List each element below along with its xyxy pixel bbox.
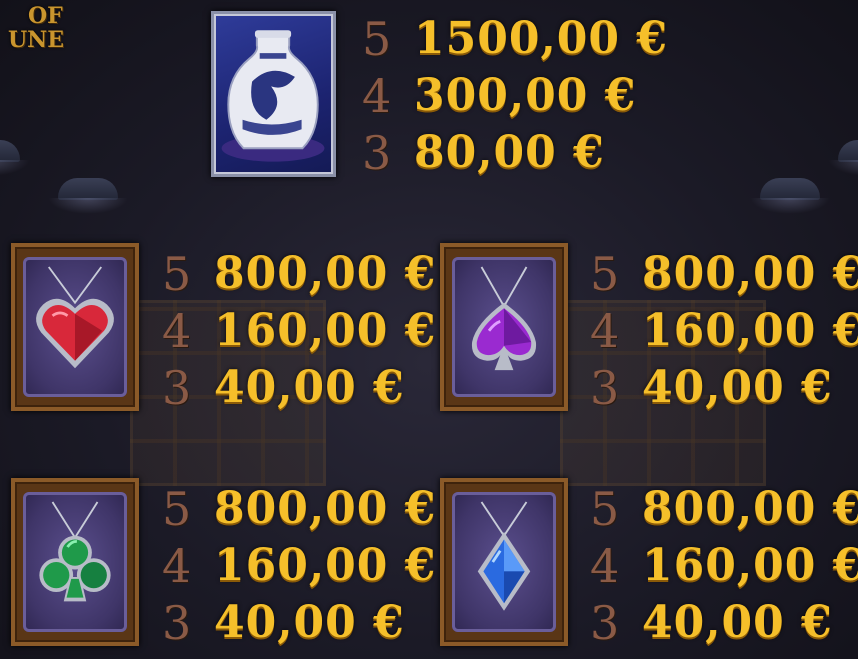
payout-amount: 160,00 € xyxy=(214,540,437,591)
payout-amount: 160,00 € xyxy=(214,305,437,356)
payout-amount: 1500,00 € xyxy=(414,13,668,64)
symbol-count: 4 xyxy=(362,68,392,123)
club-gem-pendant-icon xyxy=(39,501,111,602)
game-logo: OF UNE xyxy=(0,4,92,58)
symbol-count: 3 xyxy=(362,125,392,180)
vase-icon xyxy=(221,30,325,162)
paytable-club: 5 800,00 € 4 160,00 € 3 40,00 € xyxy=(162,480,436,651)
symbol-card-diamond xyxy=(440,478,568,646)
symbol-count: 4 xyxy=(590,303,620,358)
payout-amount: 80,00 € xyxy=(414,127,605,178)
background-lamp-left xyxy=(48,178,128,214)
paytable-diamond: 5 800,00 € 4 160,00 € 3 40,00 € xyxy=(590,480,858,651)
payout-row: 5 1500,00 € xyxy=(362,10,668,67)
symbol-count: 5 xyxy=(162,481,192,536)
payout-row: 3 40,00 € xyxy=(162,594,436,651)
symbol-count: 3 xyxy=(162,360,192,415)
payout-amount: 160,00 € xyxy=(642,305,858,356)
symbol-count: 4 xyxy=(590,538,620,593)
payout-amount: 40,00 € xyxy=(214,597,405,648)
payout-amount: 40,00 € xyxy=(642,597,833,648)
symbol-card-heart xyxy=(11,243,139,411)
diamond-gem-pendant-icon xyxy=(477,501,531,611)
heart-gem-pendant-icon xyxy=(36,266,114,369)
payout-row: 3 40,00 € xyxy=(162,359,436,416)
symbol-count: 4 xyxy=(162,538,192,593)
symbol-count: 3 xyxy=(590,595,620,650)
background-lamp-right xyxy=(750,178,830,214)
symbol-count: 5 xyxy=(162,246,192,301)
symbol-count: 5 xyxy=(590,481,620,536)
spade-gem-pendant-icon xyxy=(471,266,537,371)
background-lamp-far-right xyxy=(828,140,858,176)
logo-line-2: UNE xyxy=(8,27,65,53)
payout-row: 3 80,00 € xyxy=(362,124,668,181)
payout-amount: 160,00 € xyxy=(642,540,858,591)
payout-row: 4 160,00 € xyxy=(162,537,436,594)
symbol-count: 3 xyxy=(162,595,192,650)
payout-row: 4 160,00 € xyxy=(162,302,436,359)
payout-amount: 800,00 € xyxy=(214,483,437,534)
payout-row: 4 300,00 € xyxy=(362,67,668,124)
logo-line-1: OF xyxy=(28,3,63,29)
payout-row: 5 800,00 € xyxy=(590,245,858,302)
payout-row: 4 160,00 € xyxy=(590,302,858,359)
symbol-count: 4 xyxy=(162,303,192,358)
payout-row: 5 800,00 € xyxy=(590,480,858,537)
symbol-count: 3 xyxy=(590,360,620,415)
background-lamp-far-left xyxy=(0,140,30,176)
payout-amount: 40,00 € xyxy=(214,362,405,413)
paytable-heart: 5 800,00 € 4 160,00 € 3 40,00 € xyxy=(162,245,436,416)
paytable-vase: 5 1500,00 € 4 300,00 € 3 80,00 € xyxy=(362,10,668,181)
paytable-spade: 5 800,00 € 4 160,00 € 3 40,00 € xyxy=(590,245,858,416)
payout-amount: 40,00 € xyxy=(642,362,833,413)
payout-amount: 300,00 € xyxy=(414,70,637,121)
symbol-card-vase xyxy=(211,11,336,177)
symbol-count: 5 xyxy=(590,246,620,301)
payout-amount: 800,00 € xyxy=(214,248,437,299)
symbol-card-club xyxy=(11,478,139,646)
payout-amount: 800,00 € xyxy=(642,483,858,534)
payout-row: 4 160,00 € xyxy=(590,537,858,594)
symbol-count: 5 xyxy=(362,11,392,66)
payout-amount: 800,00 € xyxy=(642,248,858,299)
payout-row: 5 800,00 € xyxy=(162,245,436,302)
payout-row: 3 40,00 € xyxy=(590,594,858,651)
payout-row: 3 40,00 € xyxy=(590,359,858,416)
payout-row: 5 800,00 € xyxy=(162,480,436,537)
symbol-card-spade xyxy=(440,243,568,411)
